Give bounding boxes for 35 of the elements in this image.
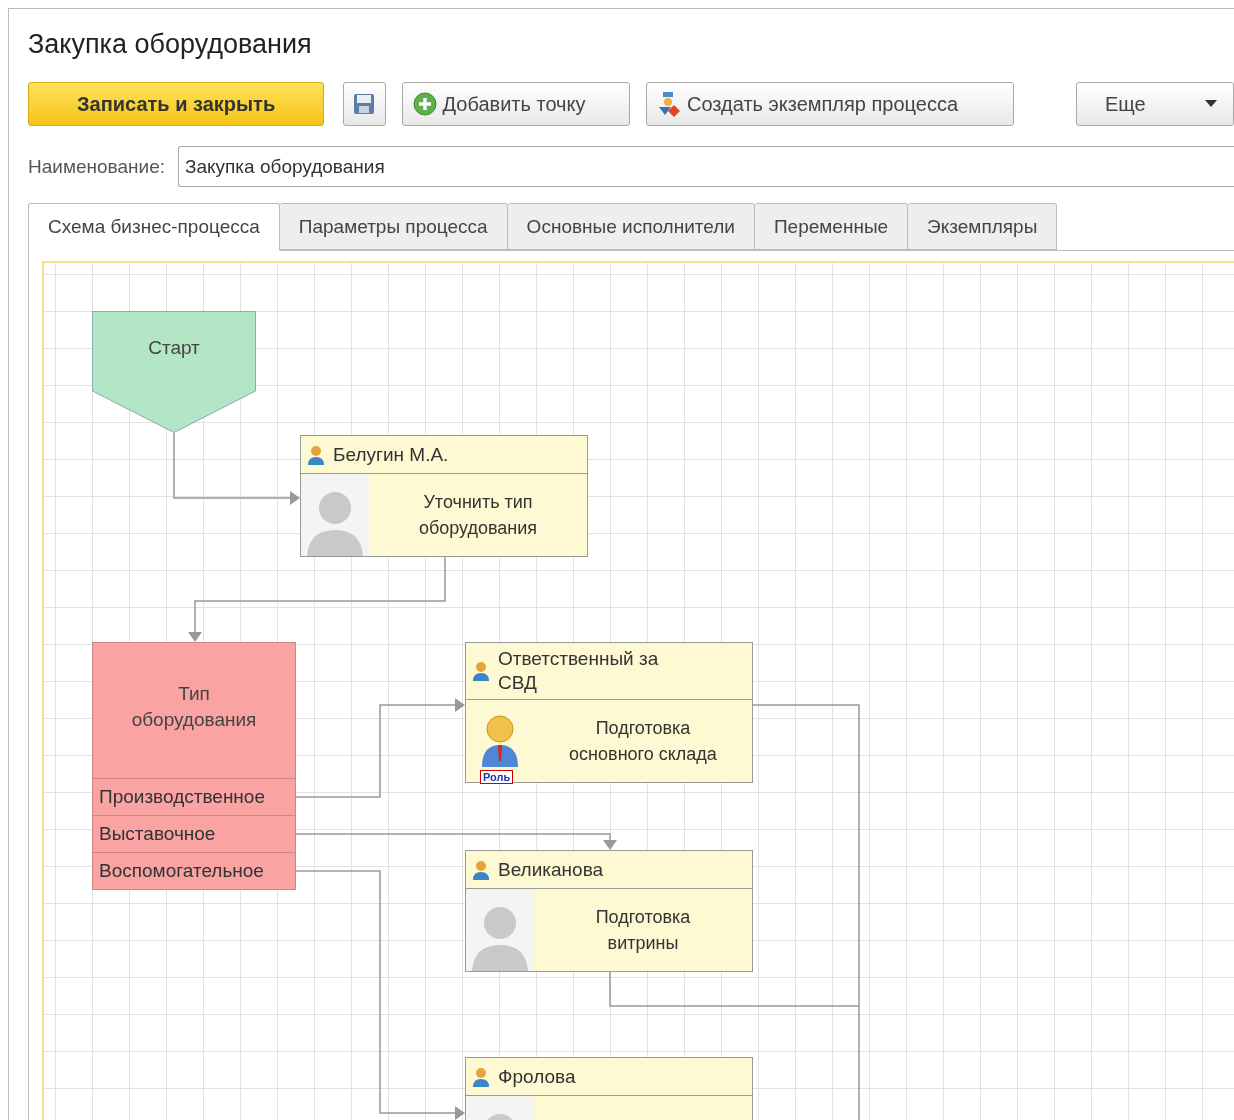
start-label: Старт [147, 337, 201, 359]
tab[interactable]: Параметры процесса [279, 203, 508, 250]
tab[interactable]: Основные исполнители [507, 203, 755, 250]
person-icon [307, 443, 325, 466]
performer-name: Фролова [498, 1064, 576, 1089]
save-button[interactable] [343, 82, 386, 126]
performer-name: Белугин М.А. [333, 442, 449, 467]
more-dropdown-button[interactable]: Еще [1075, 82, 1234, 126]
performer-name: Ответственный за СВД [498, 647, 660, 695]
role-badge: Роль [480, 770, 514, 784]
task-label: Подготовка витрины [594, 906, 692, 955]
task-label: Подготовка основного склада [568, 717, 718, 766]
condition-branch: Воспомогательное [92, 853, 296, 890]
save-icon [353, 93, 376, 115]
task-label: Уточнить тип оборудования [417, 491, 539, 540]
performer-name: Великанова [498, 857, 604, 882]
condition-branch: Производственное [92, 779, 296, 816]
tab[interactable]: Переменные [754, 203, 909, 250]
tab[interactable]: Схема бизнес-процесса [28, 203, 280, 251]
caret-icon [1205, 100, 1217, 108]
tab[interactable]: Экземпляры [908, 203, 1058, 250]
person-icon [472, 660, 490, 682]
save-close-button[interactable]: Записать и закрыть [28, 82, 325, 126]
name-label: Наименование: [28, 155, 165, 178]
person-icon [472, 1065, 490, 1088]
condition-label: Тип оборудования [130, 682, 258, 732]
add-point-button[interactable]: Добавить точку [401, 82, 630, 126]
role-person-icon [480, 713, 520, 769]
window-title: Закупка оборудования [28, 29, 313, 60]
person-icon [472, 858, 490, 881]
create-instance-button[interactable]: Создать экземпляр процесса [645, 82, 1014, 126]
plus-icon [412, 92, 437, 116]
condition-branch: Выставочное [92, 816, 296, 853]
name-input-field[interactable]: Закупка оборудования [178, 146, 1234, 187]
process-flow-icon [656, 91, 681, 117]
